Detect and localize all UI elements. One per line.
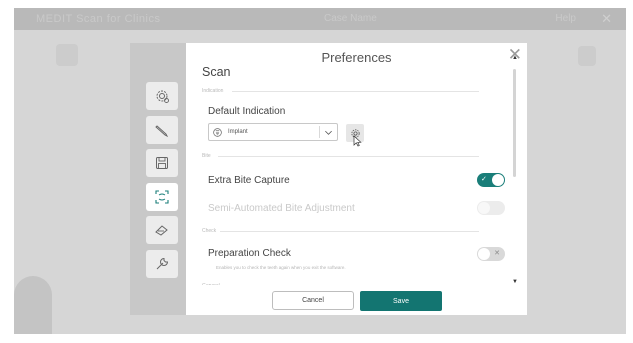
tab-scan[interactable]	[146, 183, 178, 211]
chevron-down-icon	[325, 130, 332, 135]
select-divider	[319, 126, 320, 138]
content-scrollbar[interactable]: ▲ ▼	[512, 55, 518, 285]
divider	[220, 231, 479, 232]
floppy-icon	[156, 157, 168, 169]
default-indication-label: Default Indication	[208, 106, 286, 117]
tab-hardware[interactable]	[146, 250, 178, 278]
implant-icon	[213, 127, 222, 137]
tab-scan-tools[interactable]	[146, 116, 178, 144]
background-help: Help	[555, 13, 576, 24]
section-title-scan: Scan	[202, 65, 231, 79]
background-case-name: Case Name	[324, 13, 377, 24]
tab-cad[interactable]	[146, 216, 178, 244]
x-icon: ✕	[494, 250, 500, 257]
semi-automated-bite-label: Semi-Automated Bite Adjustment	[208, 203, 355, 214]
scan-icon	[155, 190, 169, 204]
group-label-bite: Bite	[202, 153, 211, 159]
background-shape	[14, 276, 52, 334]
brush-icon	[155, 225, 168, 236]
extra-bite-capture-label: Extra Bite Capture	[208, 175, 290, 186]
divider	[232, 91, 479, 92]
preparation-check-description: Enables you to check the teeth again whe…	[216, 265, 346, 270]
default-indication-value: Implant	[228, 129, 248, 135]
toggle-knob	[478, 248, 490, 260]
toggle-knob	[492, 174, 504, 186]
preparation-check-label: Preparation Check	[208, 248, 291, 259]
gear-icon	[156, 90, 169, 103]
tab-data[interactable]	[146, 149, 178, 177]
group-label-check: Check	[202, 228, 217, 234]
background-close-icon: ✕	[601, 11, 612, 26]
extra-bite-capture-toggle[interactable]: ✓	[477, 173, 505, 187]
preferences-content[interactable]: Scan Indication Default Indication Impla…	[186, 43, 511, 315]
scroll-thumb[interactable]	[513, 69, 516, 177]
divider	[218, 156, 479, 157]
toggle-knob	[478, 202, 490, 214]
scroll-up-icon[interactable]: ▲	[512, 55, 518, 61]
check-icon: ✓	[481, 176, 487, 183]
mouse-pointer-icon	[353, 135, 362, 147]
tab-general[interactable]	[146, 82, 178, 110]
dialog-footer: Cancel Save	[186, 285, 527, 315]
pen-icon	[155, 125, 169, 138]
wrench-icon	[156, 257, 169, 270]
preparation-check-toggle[interactable]: ✕	[477, 247, 505, 261]
semi-automated-bite-toggle	[477, 201, 505, 215]
group-label-indication: Indication	[202, 88, 224, 94]
save-button[interactable]: Save	[360, 291, 442, 311]
background-tool	[56, 44, 78, 66]
background-tool	[578, 46, 596, 66]
default-indication-select[interactable]: Implant	[208, 123, 338, 141]
cancel-button[interactable]: Cancel	[272, 291, 354, 310]
background-app-title: MEDIT Scan for Clinics	[36, 13, 161, 25]
